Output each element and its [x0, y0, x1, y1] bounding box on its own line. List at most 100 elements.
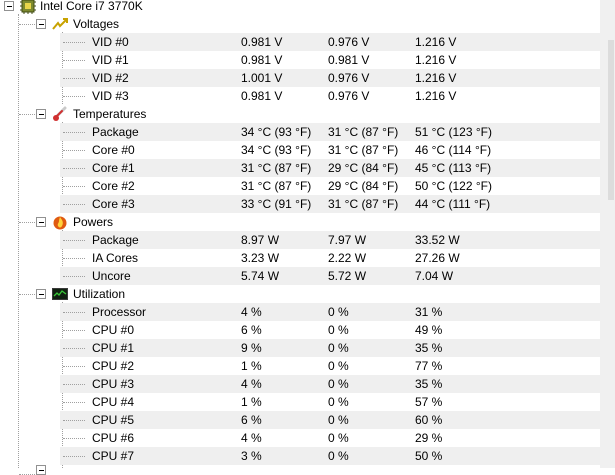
- sensor-row[interactable]: VID #1 0.981 V 0.981 V 1.216 V: [60, 51, 611, 69]
- current-value: 5.74 W: [241, 269, 280, 283]
- cpu-collapse-toggle[interactable]: [4, 1, 14, 11]
- max-value: 31 %: [415, 305, 443, 319]
- sensor-label: CPU #2: [92, 359, 135, 373]
- sensor-label: CPU #7: [92, 449, 135, 463]
- sensor-row[interactable]: CPU #5 6 % 0 % 60 %: [60, 411, 611, 429]
- group-label: Powers: [73, 215, 114, 229]
- max-value: 49 %: [415, 323, 443, 337]
- max-value: 1.216 V: [415, 89, 457, 103]
- min-value: 31 °C (87 °F): [328, 125, 399, 139]
- min-value: 0 %: [328, 305, 349, 319]
- max-value: 35 %: [415, 341, 443, 355]
- current-value: 4 %: [241, 305, 262, 319]
- sensor-label: CPU #4: [92, 395, 135, 409]
- sensor-label: VID #1: [92, 53, 129, 67]
- thermometer-icon: [52, 106, 68, 122]
- current-value: 3.23 W: [241, 251, 280, 265]
- sensor-label: CPU #0: [92, 323, 135, 337]
- max-value: 45 °C (113 °F): [415, 161, 492, 175]
- sensor-row[interactable]: Uncore 5.74 W 5.72 W 7.04 W: [60, 267, 611, 285]
- group-powers[interactable]: Powers: [0, 213, 600, 231]
- group-label: Utilization: [73, 287, 126, 301]
- sensor-row[interactable]: VID #2 1.001 V 0.976 V 1.216 V: [60, 69, 611, 87]
- sensor-row[interactable]: IA Cores 3.23 W 2.22 W 27.26 W: [60, 249, 611, 267]
- sensor-label: VID #2: [92, 71, 129, 85]
- max-value: 50 %: [415, 449, 443, 463]
- current-value: 33 °C (91 °F): [241, 197, 312, 211]
- sensor-row[interactable]: Core #2 31 °C (87 °F) 29 °C (84 °F) 50 °…: [60, 177, 611, 195]
- sensor-label: VID #0: [92, 35, 129, 49]
- min-value: 0 %: [328, 377, 349, 391]
- max-value: 1.216 V: [415, 53, 457, 67]
- sensor-row[interactable]: CPU #3 4 % 0 % 35 %: [60, 375, 611, 393]
- min-value: 0 %: [328, 341, 349, 355]
- max-value: 1.216 V: [415, 71, 457, 85]
- scrollbar-thumb[interactable]: [608, 40, 614, 200]
- max-value: 50 °C (122 °F): [415, 179, 492, 193]
- max-value: 44 °C (111 °F): [415, 197, 491, 211]
- min-value: 0 %: [328, 395, 349, 409]
- tree-line-root: [18, 14, 19, 468]
- sensor-row[interactable]: Processor 4 % 0 % 31 %: [60, 303, 611, 321]
- power-flame-icon: [52, 214, 68, 230]
- sensor-label: Core #2: [92, 179, 135, 193]
- sensor-label: CPU #5: [92, 413, 135, 427]
- group-voltages[interactable]: Voltages: [0, 15, 600, 33]
- sensor-row[interactable]: CPU #1 9 % 0 % 35 %: [60, 339, 611, 357]
- min-value: 0.976 V: [328, 89, 370, 103]
- sensor-row[interactable]: Core #0 34 °C (93 °F) 31 °C (87 °F) 46 °…: [60, 141, 611, 159]
- min-value: 0.976 V: [328, 35, 370, 49]
- min-value: 0.976 V: [328, 71, 370, 85]
- sensor-row[interactable]: Core #3 33 °C (91 °F) 31 °C (87 °F) 44 °…: [60, 195, 611, 213]
- max-value: 77 %: [415, 359, 443, 373]
- sensor-row[interactable]: CPU #6 4 % 0 % 29 %: [60, 429, 611, 447]
- sensor-row[interactable]: Core #1 31 °C (87 °F) 29 °C (84 °F) 45 °…: [60, 159, 611, 177]
- min-value: 29 °C (84 °F): [328, 179, 399, 193]
- sensor-row[interactable]: CPU #4 1 % 0 % 57 %: [60, 393, 611, 411]
- sensor-row[interactable]: VID #3 0.981 V 0.976 V 1.216 V: [60, 87, 611, 105]
- current-value: 4 %: [241, 377, 262, 391]
- sensor-label: Processor: [92, 305, 147, 319]
- voltages-collapse-toggle[interactable]: [36, 19, 46, 29]
- sensor-label: Uncore: [92, 269, 131, 283]
- sensor-label: CPU #1: [92, 341, 135, 355]
- group-utilization[interactable]: Utilization: [0, 285, 600, 303]
- group-temperatures[interactable]: Temperatures: [0, 105, 600, 123]
- sensor-row[interactable]: VID #0 0.981 V 0.976 V 1.216 V: [60, 33, 611, 51]
- max-value: 1.216 V: [415, 35, 457, 49]
- sensor-label: CPU #3: [92, 377, 135, 391]
- sensor-row[interactable]: CPU #7 3 % 0 % 50 %: [60, 447, 611, 465]
- max-value: 29 %: [415, 431, 443, 445]
- max-value: 57 %: [415, 395, 443, 409]
- min-value: 2.22 W: [328, 251, 367, 265]
- cpu-node[interactable]: Intel Core i7 3770K: [0, 0, 600, 15]
- sensor-row[interactable]: Package 34 °C (93 °F) 31 °C (87 °F) 51 °…: [60, 123, 611, 141]
- max-value: 51 °C (123 °F): [415, 125, 492, 139]
- sensor-tree: Intel Core i7 3770K Voltages VID #0 0.98…: [0, 0, 615, 475]
- next-group-collapse-toggle[interactable]: [36, 465, 46, 475]
- sensor-label: Package: [92, 233, 139, 247]
- current-value: 1 %: [241, 395, 262, 409]
- sensor-label: VID #3: [92, 89, 129, 103]
- sensor-row[interactable]: Package 8.97 W 7.97 W 33.52 W: [60, 231, 611, 249]
- current-value: 6 %: [241, 323, 262, 337]
- current-value: 31 °C (87 °F): [241, 161, 312, 175]
- min-value: 0 %: [328, 431, 349, 445]
- sensor-row[interactable]: CPU #0 6 % 0 % 49 %: [60, 321, 611, 339]
- min-value: 31 °C (87 °F): [328, 197, 399, 211]
- sensor-row[interactable]: CPU #2 1 % 0 % 77 %: [60, 357, 611, 375]
- current-value: 1 %: [241, 359, 262, 373]
- utilization-collapse-toggle[interactable]: [36, 289, 46, 299]
- group-label: Voltages: [73, 17, 120, 31]
- temperatures-collapse-toggle[interactable]: [36, 109, 46, 119]
- max-value: 7.04 W: [415, 269, 454, 283]
- current-value: 6 %: [241, 413, 262, 427]
- group-label: Temperatures: [73, 107, 147, 121]
- min-value: 0 %: [328, 413, 349, 427]
- vertical-scrollbar[interactable]: [600, 0, 615, 468]
- cpu-name: Intel Core i7 3770K: [40, 0, 143, 13]
- max-value: 33.52 W: [415, 233, 460, 247]
- powers-collapse-toggle[interactable]: [36, 217, 46, 227]
- min-value: 7.97 W: [328, 233, 367, 247]
- sensor-label: Core #0: [92, 143, 135, 157]
